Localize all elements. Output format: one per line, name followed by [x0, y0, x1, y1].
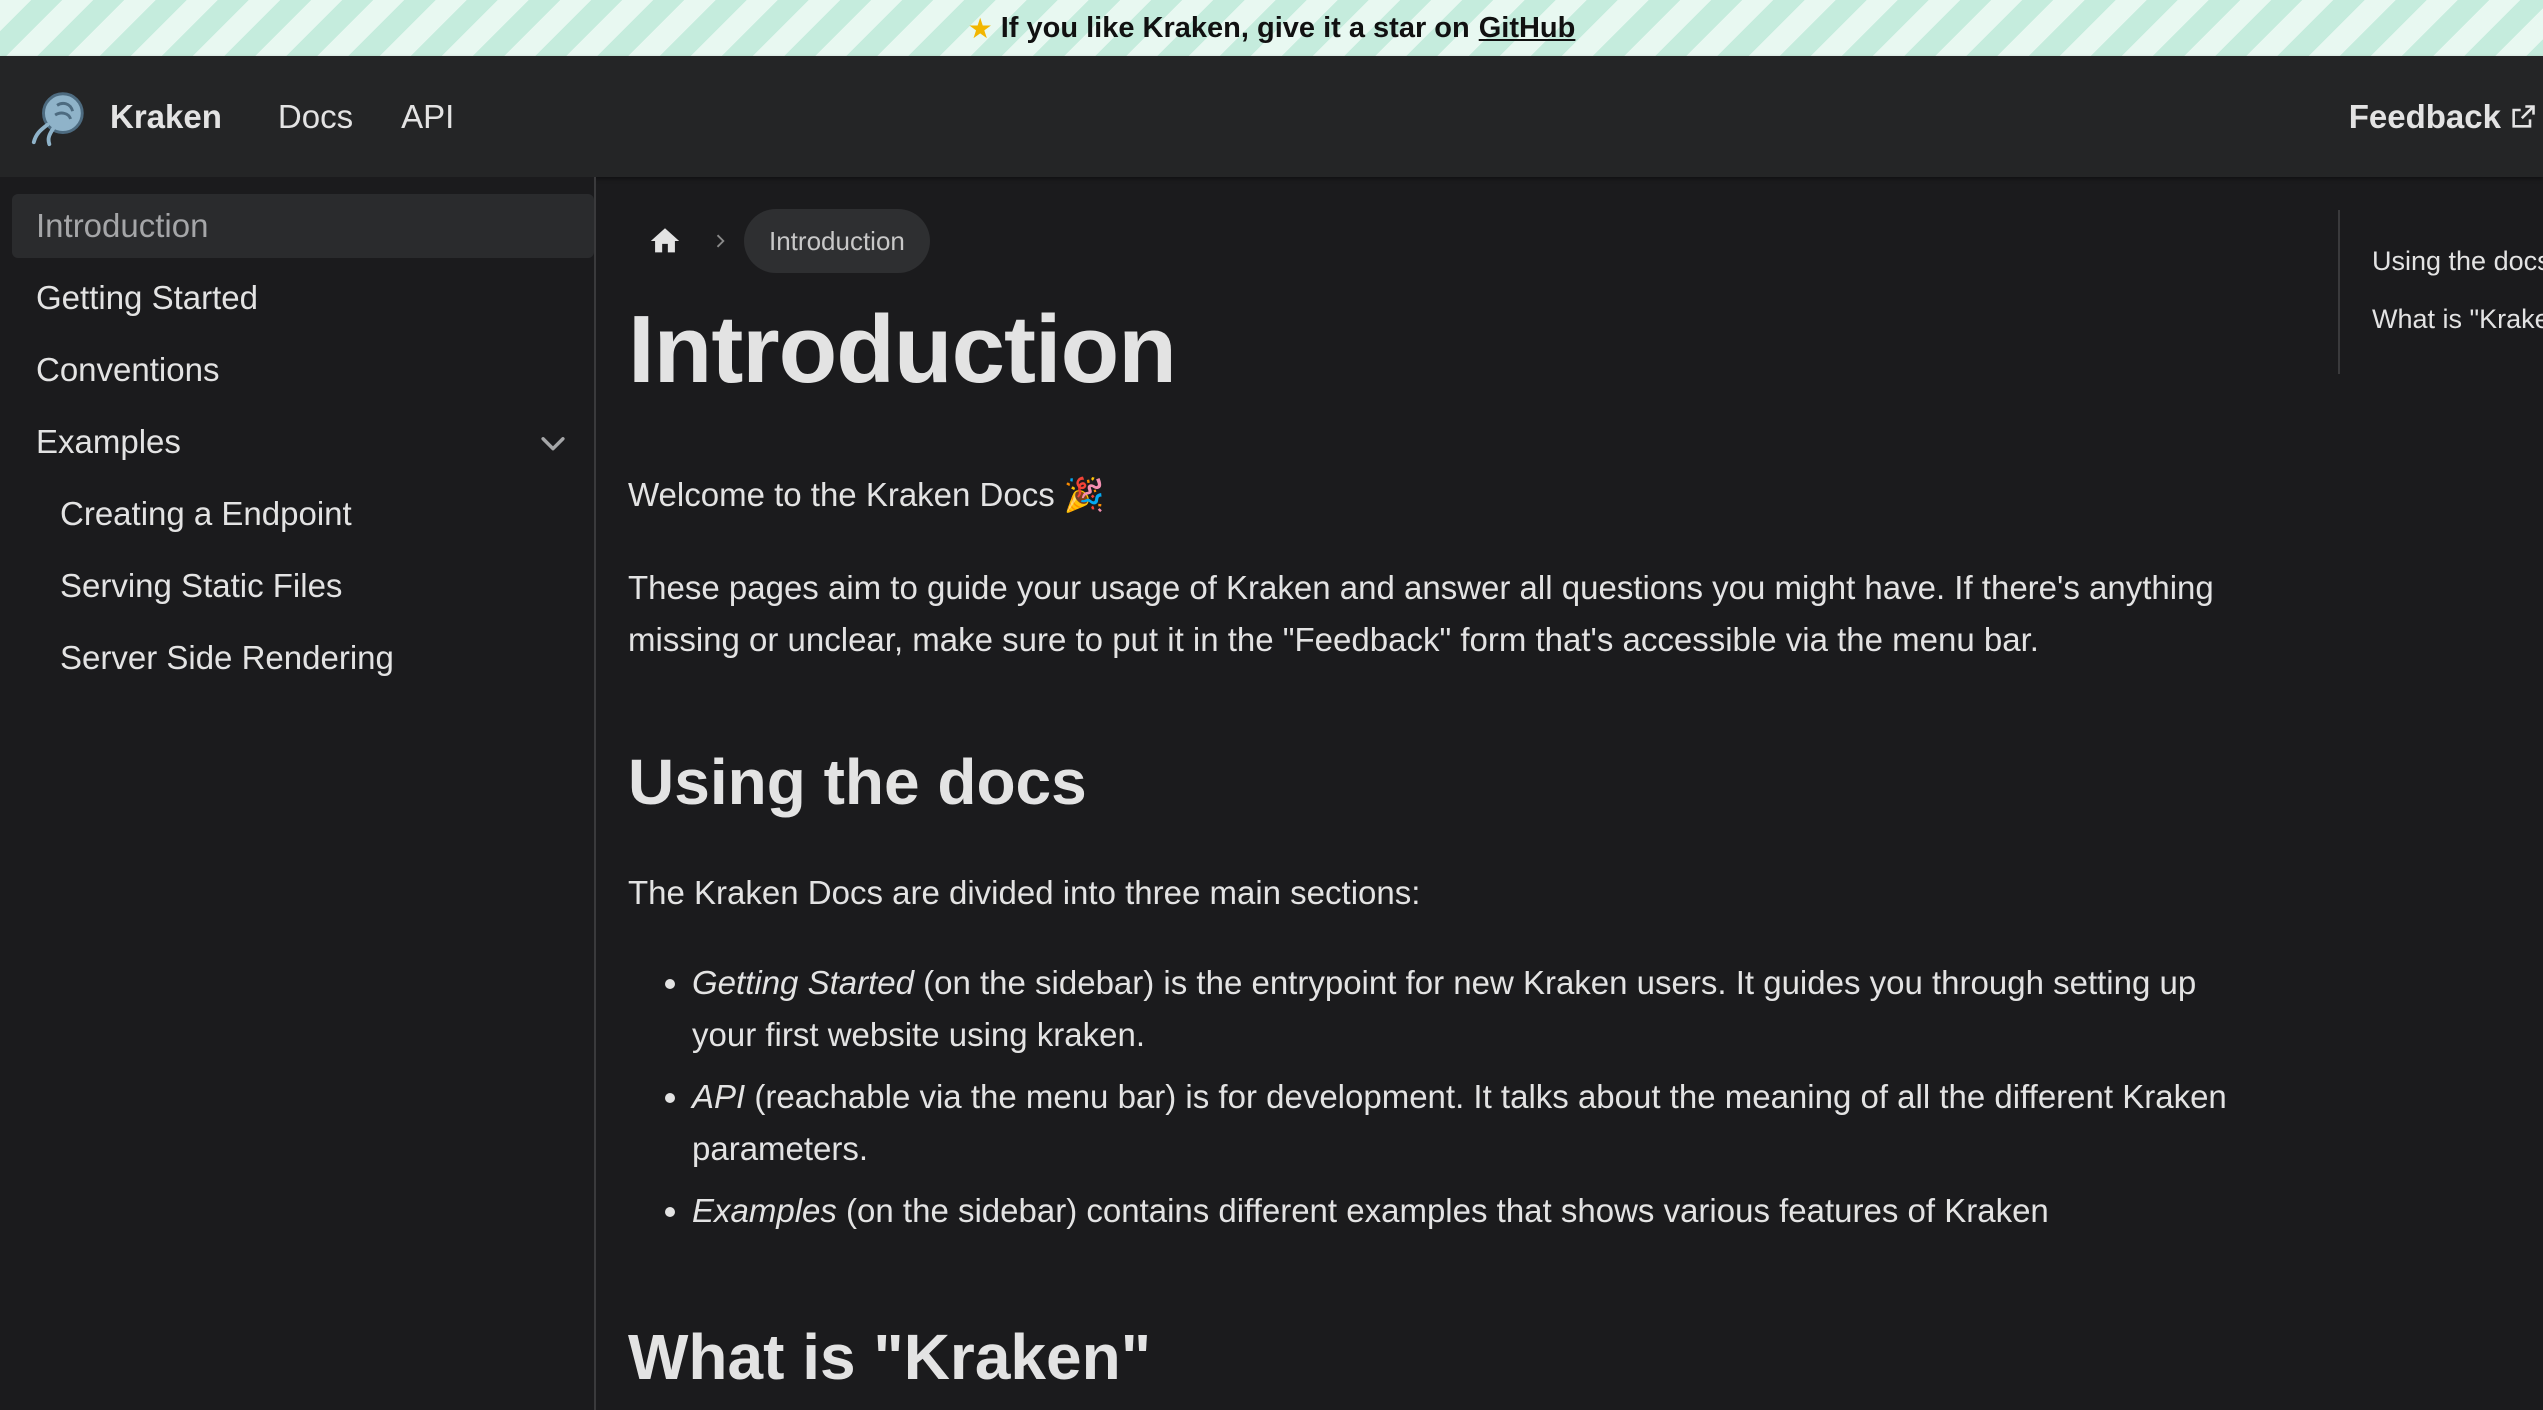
intro-paragraph: These pages aim to guide your usage of K…	[628, 569, 2214, 658]
chevron-down-icon[interactable]	[536, 426, 570, 460]
sidebar-item-creating-endpoint[interactable]: Creating a Endpoint	[12, 482, 594, 546]
home-icon[interactable]	[648, 224, 682, 258]
list-item: API (reachable via the menu bar) is for …	[692, 1071, 2268, 1175]
brand-title: Kraken	[110, 97, 222, 135]
github-link[interactable]: GitHub	[1479, 12, 1576, 45]
brand-link[interactable]: Kraken	[28, 86, 222, 148]
feedback-link[interactable]: Feedback	[2349, 56, 2537, 177]
external-link-icon	[2512, 104, 2535, 128]
sections-intro-text: The Kraken Docs are divided into three m…	[628, 874, 1421, 911]
toc-item-what-is-kraken[interactable]: What is "Kraken"	[2372, 304, 2543, 335]
list-item: Getting Started (on the sidebar) is the …	[692, 957, 2268, 1061]
sidebar-item-introduction[interactable]: Introduction	[12, 194, 594, 258]
section-heading-using-docs: Using the docs	[628, 746, 1087, 818]
list-item-emphasis: Getting Started	[692, 964, 914, 1001]
list-item-text: (reachable via the menu bar) is for deve…	[692, 1078, 2227, 1167]
sidebar-item-serving-static-files[interactable]: Serving Static Files	[12, 554, 594, 618]
breadcrumb: Introduction	[628, 209, 930, 273]
page-title: Introduction	[628, 296, 1177, 403]
announcement-bar: ★ If you like Kraken, give it a star on …	[0, 0, 2543, 56]
sidebar-item-getting-started[interactable]: Getting Started	[12, 266, 594, 330]
list-item-text: (on the sidebar) is the entrypoint for n…	[692, 964, 2197, 1053]
list-item: Examples (on the sidebar) contains diffe…	[692, 1185, 2268, 1237]
chevron-right-icon	[716, 234, 725, 248]
section-heading-what-is-kraken: What is "Kraken"	[628, 1321, 1152, 1393]
nav-api-link[interactable]: API	[401, 98, 454, 136]
welcome-text: Welcome to the Kraken Docs 🎉	[628, 476, 1106, 513]
announcement-text: If you like Kraken, give it a star on	[1000, 11, 1470, 44]
sidebar-item-conventions[interactable]: Conventions	[12, 338, 594, 402]
kraken-logo-icon	[31, 91, 84, 146]
breadcrumb-current: Introduction	[744, 209, 930, 273]
list-item-emphasis: API	[692, 1078, 746, 1115]
star-icon: ★	[967, 12, 993, 44]
list-item-emphasis: Examples	[692, 1192, 837, 1229]
navbar: Kraken Docs API Feedback	[0, 56, 2543, 177]
sidebar-item-examples[interactable]: Examples	[12, 410, 594, 474]
sections-list: Getting Started (on the sidebar) is the …	[628, 957, 2268, 1247]
sidebar-item-server-side-rendering[interactable]: Server Side Rendering	[12, 626, 594, 690]
sidebar-item-label: Examples	[36, 423, 181, 460]
list-item-text: (on the sidebar) contains different exam…	[836, 1192, 2049, 1229]
nav-docs-link[interactable]: Docs	[278, 98, 353, 136]
toc-item-using-docs[interactable]: Using the docs	[2372, 246, 2543, 277]
sidebar: Introduction Getting Started Conventions…	[0, 177, 596, 1410]
table-of-contents: Using the docs What is "Kraken"	[2338, 210, 2543, 374]
feedback-label: Feedback	[2348, 97, 2501, 135]
